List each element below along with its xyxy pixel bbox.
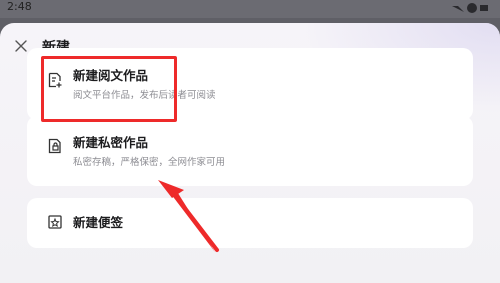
option-title: 新建私密作品 <box>73 135 149 150</box>
option-description: 私密存稿，严格保密，全网作家可用 <box>73 157 226 168</box>
system-status-icons <box>452 3 488 13</box>
document-plus-icon <box>48 72 62 88</box>
note-icon <box>48 215 62 229</box>
new-private-work-option[interactable]: 新建私密作品 私密存稿，严格保密，全网作家可用 <box>27 116 473 186</box>
new-yuewen-work-option[interactable]: 新建阅文作品 阅文平台作品，发布后读者可阅读 <box>27 48 473 120</box>
option-title: 新建阅文作品 <box>73 68 149 83</box>
new-note-option[interactable]: 新建便签 <box>27 198 473 248</box>
status-time: 2:48 <box>7 0 32 13</box>
option-title: 新建便签 <box>73 215 124 230</box>
private-document-icon <box>48 138 61 154</box>
close-icon[interactable] <box>13 38 29 54</box>
option-description: 阅文平台作品，发布后读者可阅读 <box>73 90 216 101</box>
status-bar: 2:48 <box>0 0 500 18</box>
